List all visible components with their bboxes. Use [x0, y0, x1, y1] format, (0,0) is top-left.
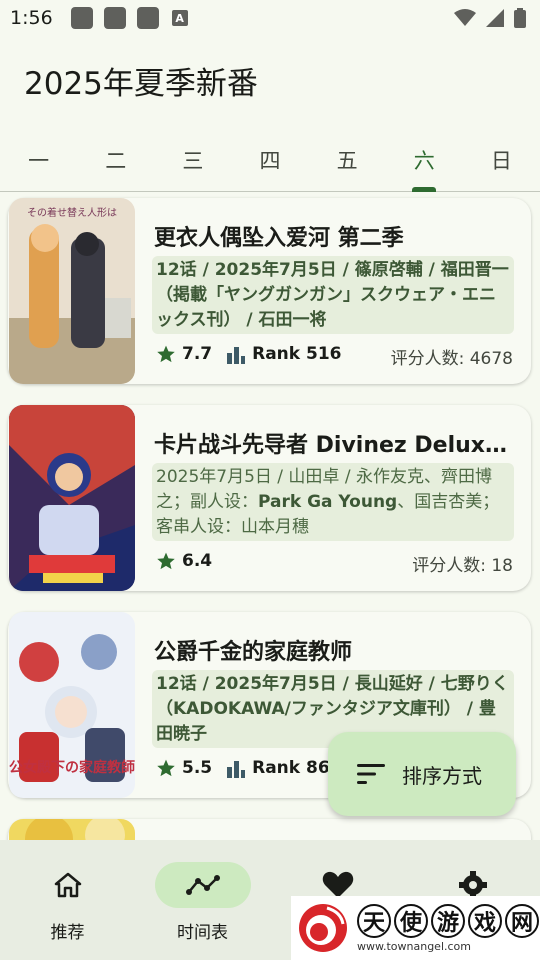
anime-cover-image: [9, 819, 135, 840]
watermark-url: www.townangel.com: [357, 939, 471, 953]
star-icon: [157, 552, 175, 570]
bar-chart-icon: [227, 761, 246, 778]
tab-saturday[interactable]: 六: [386, 132, 463, 192]
wifi-icon: [454, 9, 476, 26]
heart-icon: [322, 871, 353, 898]
watermark-logo: [299, 904, 347, 952]
anime-meta: 12话 / 2025年7月5日 / 篠原啓輔 / 福田晋一（掲載「ヤングガンガン…: [152, 256, 514, 334]
star-icon: [157, 345, 175, 363]
anime-stats: 6.4: [156, 551, 212, 571]
tab-thursday[interactable]: 四: [231, 132, 308, 191]
anime-title: 卡片战斗先导者 Divinez Deluxe决胜篇: [154, 433, 514, 458]
nav-timetable[interactable]: 时间表: [135, 840, 270, 960]
anime-card[interactable]: その着せ替え人形は 更衣人偶坠入爱河 第二季 12话 / 2025年7月5日 /…: [8, 198, 531, 384]
watermark-char: 使: [394, 903, 428, 938]
watermark: 天 使 游 戏 网 www.townangel.com: [291, 896, 540, 960]
notification-icon: [70, 7, 93, 29]
watermark-text: 天 使 游 戏 网 www.townangel.com: [357, 903, 539, 953]
battery-icon: [514, 8, 526, 28]
anime-score: 7.7: [182, 344, 213, 364]
anime-votes: 评分人数: 4678: [390, 349, 513, 369]
nav-label: 时间表: [177, 923, 228, 943]
tab-sunday[interactable]: 日: [463, 132, 540, 191]
status-bar: 1:56 A: [0, 0, 540, 36]
bar-chart-icon: [227, 347, 246, 364]
watermark-char: 网: [505, 903, 539, 938]
nav-pill: [20, 862, 116, 908]
watermark-char: 游: [431, 903, 465, 938]
anime-meta: 2025年7月5日 / 山田卓 / 永作友克、齊田博之；副人设：Park Ga …: [152, 463, 514, 541]
anime-rank: Rank 516: [252, 344, 342, 364]
tab-friday[interactable]: 五: [309, 132, 386, 191]
anime-score: 6.4: [182, 551, 213, 571]
weekday-tabs: 一 二 三 四 五 六 日: [0, 132, 540, 192]
watermark-char: 戏: [468, 903, 502, 938]
watermark-char: 天: [357, 903, 391, 938]
anime-title: 更衣人偶坠入爱河 第二季: [154, 226, 404, 251]
keyboard-a-icon: A: [171, 10, 188, 26]
star-icon: [157, 759, 175, 777]
nav-label: 推荐: [50, 923, 85, 943]
anime-meta-bold: Park Ga Young: [258, 492, 398, 512]
home-icon: [54, 872, 81, 898]
anime-card[interactable]: [8, 819, 531, 840]
anime-stats: 5.5 Rank 8624: [156, 758, 353, 778]
signal-icon: [486, 9, 504, 27]
sort-icon: [357, 764, 385, 784]
rank-group: Rank 516: [226, 344, 342, 364]
svg-text:その着せ替え人形は: その着せ替え人形は: [27, 206, 117, 219]
anime-cover-image: その着せ替え人形は: [9, 198, 135, 384]
nav-pill: [154, 862, 251, 908]
anime-cover-image: 公女殿下の家庭教師: [9, 612, 135, 798]
tab-monday[interactable]: 一: [0, 132, 77, 191]
page-title: 2025年夏季新番: [24, 66, 258, 102]
anime-cover-image: [9, 405, 135, 591]
anime-score: 5.5: [182, 758, 213, 778]
notification-icon: [136, 7, 159, 29]
watermark-title: 天 使 游 戏 网: [357, 903, 539, 938]
anime-card[interactable]: 卡片战斗先导者 Divinez Deluxe决胜篇 2025年7月5日 / 山田…: [8, 405, 531, 591]
status-time: 1:56: [10, 7, 53, 29]
anime-title: 公爵千金的家庭教师: [154, 640, 353, 665]
timeline-icon: [185, 875, 220, 895]
anime-meta-text: 12话 / 2025年7月5日 / 篠原啓輔 / 福田晋一（掲載「ヤングガンガン…: [156, 260, 509, 330]
notification-icon: [103, 7, 126, 29]
tab-tuesday[interactable]: 二: [77, 132, 154, 191]
tab-wednesday[interactable]: 三: [154, 132, 231, 191]
sort-button-label: 排序方式: [402, 763, 482, 788]
svg-text:公女殿下の家庭教師: 公女殿下の家庭教師: [9, 759, 135, 776]
sort-button[interactable]: 排序方式: [328, 732, 516, 816]
nav-recommend[interactable]: 推荐: [0, 840, 135, 960]
anime-votes: 评分人数: 18: [412, 556, 513, 576]
anime-stats: 7.7 Rank 516: [156, 344, 342, 364]
